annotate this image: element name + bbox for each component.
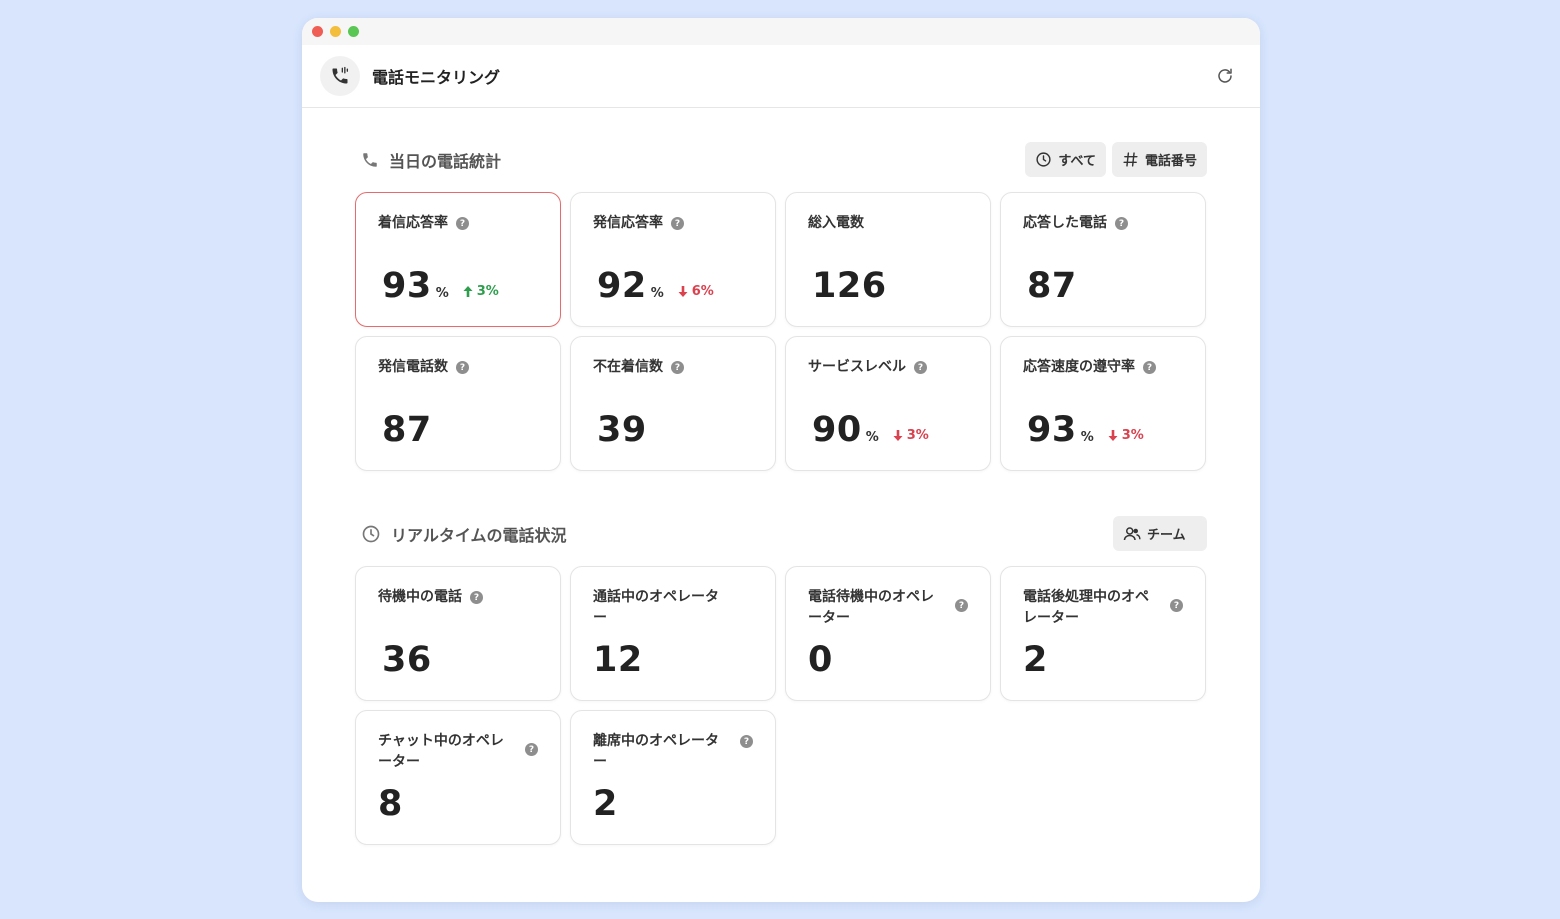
card-value: 12: [593, 640, 643, 680]
minimize-window-button[interactable]: [330, 26, 341, 37]
realtime-card-waiting-calls[interactable]: 待機中の電話 ? 36: [355, 566, 561, 701]
help-icon[interactable]: ?: [1143, 361, 1156, 374]
trend-badge: 3%: [893, 428, 929, 443]
card-label: 応答速度の遵守率: [1023, 359, 1135, 375]
card-label: 電話後処理中のオペレーター: [1023, 589, 1149, 626]
card-value: 126: [812, 266, 887, 306]
card-label: 発信電話数: [378, 359, 448, 375]
stat-card-total-incoming[interactable]: 総入電数 126: [785, 192, 991, 327]
card-value: 90: [812, 410, 862, 450]
card-unit: %: [650, 286, 664, 301]
stat-card-outgoing-answer-rate[interactable]: 発信応答率 ? 92 % 6%: [570, 192, 776, 327]
card-label: チャット中のオペレーター: [378, 733, 504, 770]
maximize-window-button[interactable]: [348, 26, 359, 37]
team-icon: [1123, 526, 1141, 540]
filter-team-button[interactable]: チーム: [1113, 516, 1207, 551]
stat-card-answer-speed-compliance[interactable]: 応答速度の遵守率 ? 93 % 3%: [1000, 336, 1206, 471]
card-value: 93: [382, 266, 432, 306]
hash-icon: [1123, 152, 1138, 167]
help-icon[interactable]: ?: [671, 361, 684, 374]
page-title: 電話モニタリング: [372, 68, 501, 87]
card-value: 8: [378, 784, 403, 824]
filter-phone-number-button[interactable]: 電話番号: [1111, 142, 1207, 177]
trend-badge: 6%: [678, 284, 714, 299]
filter-all-button[interactable]: すべて: [1025, 142, 1106, 177]
realtime-card-operators-waiting[interactable]: 電話待機中のオペレーター ? 0: [785, 566, 991, 701]
help-icon[interactable]: ?: [525, 743, 538, 756]
help-icon[interactable]: ?: [671, 217, 684, 230]
title-bar: [302, 18, 1260, 45]
help-icon[interactable]: ?: [1170, 599, 1183, 612]
clock-icon: [362, 525, 380, 543]
card-unit: %: [1080, 430, 1094, 445]
card-unit: %: [865, 430, 879, 445]
stat-card-incoming-answer-rate[interactable]: 着信応答率 ? 93 % 3%: [355, 192, 561, 327]
clock-icon: [1036, 152, 1051, 167]
realtime-card-operators-on-call[interactable]: 通話中のオペレーター 12: [570, 566, 776, 701]
card-label: サービスレベル: [808, 359, 906, 375]
stat-card-service-level[interactable]: サービスレベル ? 90 % 3%: [785, 336, 991, 471]
help-icon[interactable]: ?: [914, 361, 927, 374]
section-title: 当日の電話統計: [389, 152, 502, 171]
card-unit: %: [435, 286, 449, 301]
card-label: 電話待機中のオペレーター: [808, 589, 934, 626]
card-label: 発信応答率: [593, 215, 663, 231]
stat-card-outgoing-calls[interactable]: 発信電話数 ? 87: [355, 336, 561, 471]
realtime-card-operators-away[interactable]: 離席中のオペレーター ? 2: [570, 710, 776, 845]
section-title: リアルタイムの電話状況: [391, 526, 567, 545]
help-icon[interactable]: ?: [456, 217, 469, 230]
card-label: 離席中のオペレーター: [593, 733, 719, 770]
refresh-button[interactable]: [1214, 65, 1236, 87]
card-value: 87: [382, 410, 432, 450]
card-label: 通話中のオペレーター: [593, 589, 719, 626]
realtime-card-operators-after-call[interactable]: 電話後処理中のオペレーター ? 2: [1000, 566, 1206, 701]
realtime-card-operators-chatting[interactable]: チャット中のオペレーター ? 8: [355, 710, 561, 845]
refresh-icon: [1218, 68, 1232, 83]
card-value: 0: [808, 640, 833, 680]
card-value: 92: [597, 266, 647, 306]
arrow-down-icon: [893, 430, 903, 441]
close-window-button[interactable]: [312, 26, 323, 37]
realtime-section: リアルタイムの電話状況 チーム 待機中の電話 ? 36 通話中のオペレーター 1…: [355, 516, 1207, 845]
card-value: 2: [1023, 640, 1048, 680]
today-stats-section: 当日の電話統計 すべて 電話番号 着信応答率 ? 93 % 3% 発信応答率 ?…: [355, 142, 1207, 471]
card-value: 39: [597, 410, 647, 450]
arrow-down-icon: [678, 286, 688, 297]
card-value: 87: [1027, 266, 1077, 306]
card-value: 36: [382, 640, 432, 680]
card-value: 2: [593, 784, 618, 824]
help-icon[interactable]: ?: [740, 735, 753, 748]
card-value: 93: [1027, 410, 1077, 450]
help-icon[interactable]: ?: [1115, 217, 1128, 230]
arrow-up-icon: [463, 286, 473, 297]
app-header: 電話モニタリング: [302, 45, 1260, 108]
phone-icon: [320, 56, 360, 96]
help-icon[interactable]: ?: [470, 591, 483, 604]
card-label: 着信応答率: [378, 215, 448, 231]
card-label: 応答した電話: [1023, 215, 1107, 231]
card-label: 総入電数: [808, 215, 864, 231]
arrow-down-icon: [1108, 430, 1118, 441]
help-icon[interactable]: ?: [955, 599, 968, 612]
card-label: 不在着信数: [593, 359, 663, 375]
trend-badge: 3%: [1108, 428, 1144, 443]
card-label: 待機中の電話: [378, 589, 462, 605]
help-icon[interactable]: ?: [456, 361, 469, 374]
trend-badge: 3%: [463, 284, 499, 299]
stat-card-answered-calls[interactable]: 応答した電話 ? 87: [1000, 192, 1206, 327]
phone-icon: [363, 153, 377, 167]
stat-card-missed-calls[interactable]: 不在着信数 ? 39: [570, 336, 776, 471]
app-window: 電話モニタリング 当日の電話統計 すべて 電話番号 着信応答率 ? 93 % 3…: [302, 18, 1260, 902]
